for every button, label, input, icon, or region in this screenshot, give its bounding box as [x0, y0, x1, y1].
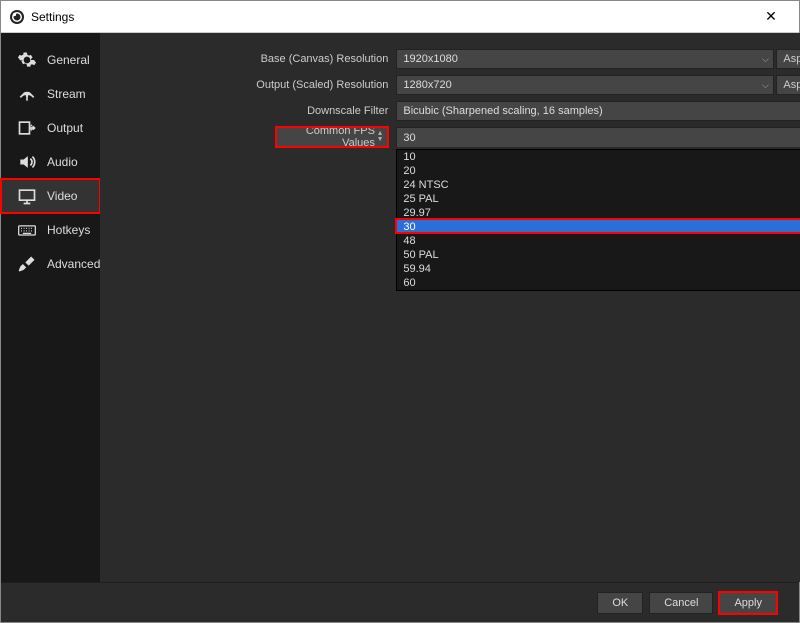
- fps-option[interactable]: 59.94: [397, 262, 800, 276]
- cancel-button[interactable]: Cancel: [649, 592, 713, 614]
- downscale-filter-value: Bicubic (Sharpened scaling, 16 samples): [403, 105, 602, 117]
- chevron-down-icon: ⌵: [759, 50, 771, 68]
- fps-options-list[interactable]: 10 20 24 NTSC 25 PAL 29.97 30 48 50 PAL …: [396, 149, 800, 291]
- base-resolution-label: Base (Canvas) Resolution: [100, 53, 396, 65]
- fps-value: 30: [403, 132, 415, 144]
- sidebar: General Stream Output Audio Video Hotkey…: [1, 33, 100, 582]
- apply-button[interactable]: Apply: [719, 592, 777, 614]
- app-icon: [9, 9, 25, 25]
- chevron-down-icon: ⌵: [759, 76, 771, 94]
- fps-mode-label: Common FPS Values: [283, 125, 375, 149]
- sidebar-item-audio[interactable]: Audio: [1, 145, 100, 179]
- output-aspect-ratio: Aspect Ratio16:9: [776, 75, 800, 95]
- base-resolution-dropdown[interactable]: 1920x1080 ⌵: [396, 49, 774, 69]
- sidebar-item-label: Video: [47, 189, 77, 203]
- sidebar-item-label: Audio: [47, 155, 78, 169]
- output-icon: [17, 118, 37, 138]
- sidebar-item-hotkeys[interactable]: Hotkeys: [1, 213, 100, 247]
- downscale-filter-label: Downscale Filter: [100, 105, 396, 117]
- fps-option[interactable]: 20: [397, 164, 800, 178]
- output-resolution-value: 1280x720: [403, 79, 451, 91]
- footer: OK Cancel Apply: [1, 582, 799, 622]
- sidebar-item-label: Hotkeys: [47, 223, 90, 237]
- sidebar-item-label: General: [47, 53, 90, 67]
- base-resolution-value: 1920x1080: [403, 53, 457, 65]
- signal-icon: [17, 84, 37, 104]
- sidebar-item-output[interactable]: Output: [1, 111, 100, 145]
- fps-option[interactable]: 60: [397, 276, 800, 290]
- sidebar-item-advanced[interactable]: Advanced: [1, 247, 100, 281]
- sidebar-item-general[interactable]: General: [1, 43, 100, 77]
- main-panel: Base (Canvas) Resolution 1920x1080 ⌵ Asp…: [100, 33, 800, 582]
- fps-value-dropdown[interactable]: 30 ▲▼: [396, 127, 800, 147]
- spinner-icon: ▲▼: [375, 131, 385, 143]
- window-body: General Stream Output Audio Video Hotkey…: [1, 33, 799, 582]
- sidebar-item-label: Advanced: [47, 257, 100, 271]
- downscale-filter-dropdown[interactable]: Bicubic (Sharpened scaling, 16 samples) …: [396, 101, 800, 121]
- base-aspect-ratio: Aspect Ratio16:9: [776, 49, 800, 69]
- keyboard-icon: [17, 220, 37, 240]
- fps-option[interactable]: 48: [397, 234, 800, 248]
- fps-option-selected[interactable]: 30: [397, 220, 800, 234]
- speaker-icon: [17, 152, 37, 172]
- fps-option[interactable]: 10: [397, 150, 800, 164]
- tools-icon: [17, 254, 37, 274]
- sidebar-item-video[interactable]: Video: [1, 179, 100, 213]
- fps-option[interactable]: 50 PAL: [397, 248, 800, 262]
- output-resolution-dropdown[interactable]: 1280x720 ⌵: [396, 75, 774, 95]
- gear-icon: [17, 50, 37, 70]
- fps-option[interactable]: 25 PAL: [397, 192, 800, 206]
- titlebar: Settings ✕: [1, 1, 799, 33]
- output-resolution-label: Output (Scaled) Resolution: [100, 79, 396, 91]
- close-icon[interactable]: ✕: [751, 8, 791, 25]
- monitor-icon: [17, 186, 37, 206]
- window-title: Settings: [31, 10, 751, 24]
- sidebar-item-label: Stream: [47, 87, 86, 101]
- settings-window: Settings ✕ General Stream Output Audio: [0, 0, 800, 623]
- fps-mode-selector[interactable]: Common FPS Values ▲▼: [276, 127, 388, 147]
- sidebar-item-stream[interactable]: Stream: [1, 77, 100, 111]
- fps-option[interactable]: 29.97: [397, 206, 800, 220]
- sidebar-item-label: Output: [47, 121, 83, 135]
- fps-option[interactable]: 24 NTSC: [397, 178, 800, 192]
- ok-button[interactable]: OK: [597, 592, 643, 614]
